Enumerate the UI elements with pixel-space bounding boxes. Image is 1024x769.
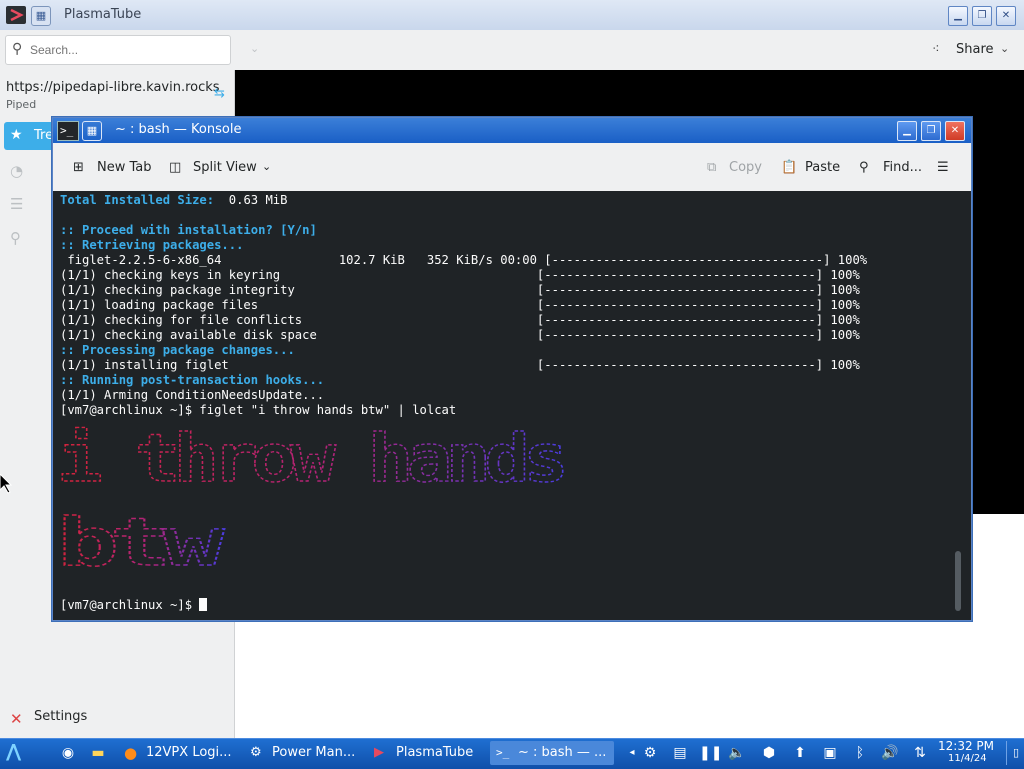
- figlet-banner: i throw hands btw: [57, 423, 570, 573]
- instance-url: https://pipedapi-libre.kavin.rocks: [6, 80, 220, 95]
- banner-line-2: btw: [57, 504, 225, 573]
- chevron-down-icon[interactable]: ⌄: [250, 42, 259, 55]
- clock-date[interactable]: 11/4/24: [948, 753, 987, 764]
- window-menu-icon[interactable]: ▦: [31, 6, 51, 26]
- copy-icon: ⧉: [707, 160, 717, 175]
- hamburger-menu-icon[interactable]: ☰: [937, 160, 949, 175]
- terminal-line: (1/1) checking keys in keyring [--------…: [60, 268, 860, 282]
- text-cursor: [199, 598, 208, 611]
- bluetooth-icon[interactable]: ᛒ: [850, 743, 870, 763]
- split-view-icon: ◫: [169, 160, 182, 175]
- paste-icon: 📋: [781, 160, 798, 175]
- terminal-line: figlet-2.2.5-6-x86_64 102.7 KiB 352 KiB/…: [60, 253, 868, 267]
- file-manager-icon[interactable]: ▬: [88, 743, 108, 763]
- close-icon[interactable]: ✕: [945, 121, 965, 141]
- clock-time[interactable]: 12:32 PM: [938, 739, 994, 753]
- maximize-icon[interactable]: ❐: [972, 6, 992, 26]
- browser-launcher-icon[interactable]: ◉: [58, 743, 78, 763]
- task-label: PlasmaTube: [396, 745, 474, 760]
- task-label: Power Man...: [272, 745, 356, 760]
- terminal-output[interactable]: Total Installed Size: 0.63 MiB :: Procee…: [53, 191, 971, 620]
- task-label: ~ : bash — ...: [518, 745, 607, 760]
- find-button[interactable]: Find...: [883, 160, 922, 175]
- konsole-icon: >_: [496, 746, 510, 759]
- task-browser[interactable]: ● 12VPX Logi...: [118, 741, 238, 765]
- terminal-line: (1/1) Arming ConditionNeedsUpdate...: [60, 388, 325, 402]
- total-size-label: Total Installed Size:: [60, 193, 215, 207]
- plasmatube-icon: ▶: [374, 745, 384, 760]
- audio-volume-icon[interactable]: 🔊: [880, 743, 900, 763]
- task-konsole[interactable]: >_ ~ : bash — ...: [490, 741, 614, 765]
- copy-button[interactable]: Copy: [729, 160, 762, 175]
- system-monitor-icon[interactable]: ⚙: [640, 743, 660, 763]
- maximize-icon[interactable]: ❐: [921, 121, 941, 141]
- settings-button[interactable]: Settings: [34, 709, 87, 724]
- sidebar-item-label: Tre: [34, 128, 54, 143]
- terminal-line: :: Running post-transaction hooks...: [60, 373, 325, 387]
- share-chevron-icon[interactable]: ⌄: [1000, 42, 1009, 55]
- share-button[interactable]: Share: [956, 42, 994, 57]
- plasmatube-app-icon: [6, 6, 26, 24]
- tray-expand-icon[interactable]: ◂: [622, 743, 642, 763]
- terminal-line: (1/1) checking package integrity [------…: [60, 283, 860, 297]
- terminal-line: (1/1) checking for file conflicts [-----…: [60, 313, 860, 327]
- terminal-line: :: Proceed with installation? [Y/n]: [60, 223, 317, 237]
- chevron-down-icon[interactable]: ⌄: [262, 160, 271, 173]
- pause-icon[interactable]: ❚❚: [699, 743, 722, 763]
- terminal-scrollbar[interactable]: [955, 551, 961, 611]
- split-view-button[interactable]: Split View: [193, 160, 257, 175]
- terminal-prompt-line: [vm7@archlinux ~]$: [60, 598, 208, 613]
- minimize-icon[interactable]: ▁: [948, 6, 968, 26]
- rss-icon[interactable]: ◔: [10, 162, 23, 180]
- instance-type: Piped: [6, 98, 37, 111]
- task-plasmatube[interactable]: ▶ PlasmaTube: [368, 741, 486, 765]
- plasmatube-window-title: PlasmaTube: [64, 7, 142, 22]
- terminal-line: (1/1) installing figlet [---------------…: [60, 358, 860, 372]
- settings-icon: ✕: [10, 710, 23, 728]
- terminal-line: Total Installed Size: 0.63 MiB: [60, 193, 287, 208]
- updates-icon[interactable]: ⬆: [790, 743, 810, 763]
- list-icon[interactable]: ☰: [10, 195, 23, 213]
- star-icon: ★: [10, 127, 23, 143]
- network-icon[interactable]: ⇅: [910, 743, 930, 763]
- share-icon: ⁖: [932, 42, 940, 57]
- terminal-line: (1/1) loading package files [-----------…: [60, 298, 860, 312]
- volume-icon[interactable]: 🔈: [727, 743, 747, 763]
- terminal-line: [vm7@archlinux ~]$ figlet "i throw hands…: [60, 403, 457, 417]
- close-icon[interactable]: ✕: [996, 6, 1016, 26]
- window-menu-icon[interactable]: ▦: [82, 121, 102, 141]
- settings-tray-icon[interactable]: ⬢: [759, 743, 779, 763]
- konsole-window: >_ ▦ ~ : bash — Konsole ▁ ❐ ✕ ⊞ New Tab …: [52, 117, 972, 621]
- konsole-app-icon: >_: [57, 121, 79, 141]
- search-input[interactable]: [30, 43, 220, 57]
- switch-account-icon[interactable]: ⇆: [214, 86, 225, 101]
- power-icon: ⚙: [250, 745, 262, 760]
- total-size-value: 0.63 MiB: [228, 193, 288, 207]
- terminal-line: (1/1) checking available disk space [---…: [60, 328, 860, 342]
- display-icon[interactable]: ▣: [820, 743, 840, 763]
- clipboard-icon[interactable]: ▤: [670, 743, 690, 763]
- plasmatube-titlebar: [0, 0, 1024, 31]
- history-search-icon[interactable]: ⚲: [10, 229, 21, 247]
- firefox-icon: ●: [124, 744, 138, 762]
- new-tab-button[interactable]: New Tab: [97, 160, 152, 175]
- new-tab-icon: ⊞: [73, 160, 84, 175]
- terminal-line: :: Retrieving packages...: [60, 238, 244, 252]
- task-label: 12VPX Logi...: [146, 745, 232, 760]
- show-desktop-icon[interactable]: ▯: [1006, 743, 1024, 763]
- search-icon: ⚲: [12, 41, 23, 57]
- paste-button[interactable]: Paste: [805, 160, 840, 175]
- task-power-management[interactable]: ⚙ Power Man...: [244, 741, 362, 765]
- mouse-pointer-icon: [0, 474, 12, 494]
- minimize-icon[interactable]: ▁: [897, 121, 917, 141]
- konsole-window-title: ~ : bash — Konsole: [115, 122, 242, 137]
- terminal-prompt: [vm7@archlinux ~]$: [60, 598, 200, 612]
- find-icon: ⚲: [859, 160, 869, 175]
- terminal-line: :: Processing package changes...: [60, 343, 295, 357]
- application-launcher-icon[interactable]: ⋀: [6, 741, 21, 762]
- banner-line-1: i throw hands: [57, 423, 563, 497]
